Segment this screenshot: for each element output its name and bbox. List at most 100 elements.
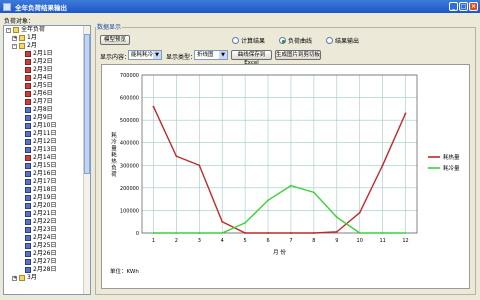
day-icon [25,187,31,193]
tree-scrollbar[interactable] [83,26,90,294]
collapse-icon[interactable]: - [6,27,11,33]
type-select[interactable]: 折线图 ▼ [194,50,228,60]
radio-result-output-circle[interactable] [326,37,333,44]
y-tick-label: 0 [136,231,139,237]
tree-node[interactable]: +3月 [4,274,90,282]
tree-node-label: 2月2日 [33,58,53,65]
tree-scroll-thumb[interactable] [84,34,90,174]
data-point [267,199,269,202]
tree-node[interactable]: 2月5日 [4,82,90,90]
chart-legend: 耗热量耗冷量 [428,153,460,172]
tree-node[interactable]: 2月4日 [4,74,90,82]
tree-node[interactable]: 2月13日 [4,146,90,154]
day-icon [25,67,31,73]
collapse-icon[interactable]: - [12,43,17,49]
tree-node[interactable]: 2月22日 [4,218,90,226]
radio-load-curve[interactable]: 负荷曲线 [279,36,312,45]
data-point [244,232,247,234]
chevron-down-icon[interactable]: ▼ [153,51,161,59]
tree-node[interactable]: 2月17日 [4,178,90,186]
tree-node-label: 2月14日 [33,154,57,161]
radio-result-output-label: 结果输出 [335,38,360,45]
tree-node[interactable]: 2月18日 [4,186,90,194]
tree-node[interactable]: 2月24日 [4,234,90,242]
tree-node-label: 2月4日 [33,74,53,81]
tree-rows: - 全年负荷 +1月 -2月 2月1日 2月2日 2月3日 2月4日 2月5日 2月6日 2月7日 2… [4,26,90,282]
tree-node-label: 2月6日 [33,90,53,97]
tree-node[interactable]: 2月12日 [4,138,90,146]
x-tick-label: 4 [221,238,224,244]
tree-node[interactable]: 2月6日 [4,90,90,98]
tree-node-label: 2月7日 [33,98,53,105]
minimize-button[interactable]: _ [449,2,458,11]
x-tick-label: 1 [152,238,155,244]
tree-node[interactable]: 2月1日 [4,50,90,58]
load-object-tree[interactable]: - 全年负荷 +1月 -2月 2月1日 2月2日 2月3日 2月4日 2月5日 2月6日 2月7日 2… [3,25,91,295]
radio-load-curve-circle[interactable] [279,37,286,44]
maximize-button[interactable]: □ [459,2,468,11]
tree-node[interactable]: +1月 [4,34,90,42]
content-select-value: 能耗耗冷 [131,52,154,58]
data-point [152,232,155,234]
data-point [221,232,224,234]
day-icon [25,171,31,177]
data-display-title: 数据显示 [96,22,123,31]
close-button[interactable]: × [469,2,478,11]
tree-node[interactable]: 2月19日 [4,194,90,202]
tree-node[interactable]: 2月27日 [4,258,90,266]
tree-node-label: 2月22日 [33,218,57,225]
data-point [290,184,292,187]
tree-node[interactable]: 2月8日 [4,106,90,114]
day-icon [25,99,31,105]
tree-node[interactable]: 2月14日 [4,154,90,162]
model-preview-button[interactable]: 模型预览 [100,35,130,45]
data-point [381,232,384,234]
expand-icon[interactable]: + [12,275,17,281]
tree-node[interactable]: 2月15日 [4,162,90,170]
tree-node[interactable]: 2月20日 [4,202,90,210]
save-excel-button[interactable]: 曲线保存到Excel [231,50,272,66]
day-icon [25,131,31,137]
x-tick-label: 10 [357,238,363,244]
tree-node[interactable]: 2月11日 [4,130,90,138]
tree-node[interactable]: - 2月 [4,42,90,50]
tree-node[interactable]: 2月21日 [4,210,90,218]
tree-node[interactable]: 2月9日 [4,114,90,122]
tree-node[interactable]: 2月26日 [4,250,90,258]
data-point [244,221,247,224]
data-point [267,232,269,234]
tree-node[interactable]: 2月16日 [4,170,90,178]
radio-result-output[interactable]: 结果输出 [326,36,359,45]
chart-grid [142,74,417,234]
tree-node[interactable]: 2月7日 [4,98,90,106]
load-curve-chart: 0 100000 200000 300000 400000 500000 600000 700… [110,73,460,275]
x-tick-label: 8 [312,238,315,244]
content-select[interactable]: 能耗耗冷 ▼ [128,50,162,60]
tree-node[interactable]: - 全年负荷 [4,26,90,34]
legend-label: 耗冷量 [443,164,460,172]
tree-node-label: 2月5日 [33,82,53,89]
folder-icon [19,35,25,41]
expand-icon[interactable]: + [12,35,17,41]
day-icon [25,51,31,57]
tree-node-label: 2月25日 [33,242,57,249]
day-icon [25,155,31,161]
x-tick-label: 9 [335,238,338,244]
x-tick-label: 2 [175,238,178,244]
radio-load-curve-label: 负荷曲线 [288,38,313,45]
radio-calc-result-label: 计算结果 [241,38,266,45]
chevron-down-icon[interactable]: ▼ [219,51,227,59]
tree-node[interactable]: 2月2日 [4,58,90,66]
chart-ticks: 0 100000 200000 300000 400000 500000 600000 700… [120,73,409,244]
tree-node[interactable]: 2月28日 [4,266,90,274]
radio-calc-result[interactable]: 计算结果 [232,36,265,45]
tree-node[interactable]: 2月3日 [4,66,90,74]
y-tick-label: 500000 [120,118,139,124]
tree-node[interactable]: 2月10日 [4,122,90,130]
tree-node-label: 2月3日 [33,66,53,73]
radio-calc-result-circle[interactable] [232,37,239,44]
app-icon [3,2,11,11]
copy-image-button[interactable]: 生成图片到剪切板 [275,50,321,60]
tree-node[interactable]: 2月23日 [4,226,90,234]
tree-node[interactable]: 2月25日 [4,242,90,250]
